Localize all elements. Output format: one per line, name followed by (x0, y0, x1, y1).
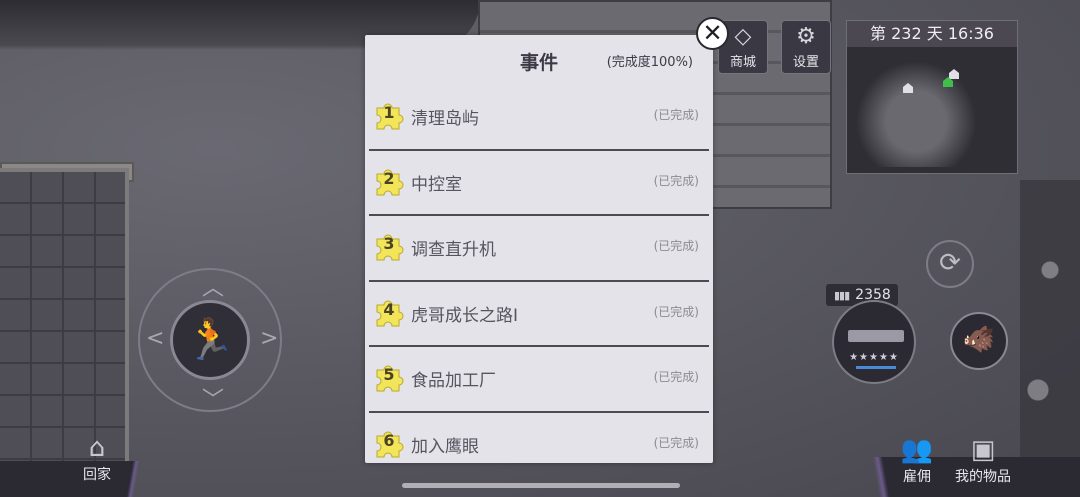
puzzle-piece-icon: 5 (373, 361, 405, 393)
refresh-icon[interactable]: ⟳ (926, 240, 974, 288)
movement-joystick[interactable]: ︿ ﹀ < > 🏃 (138, 268, 282, 413)
event-name: 加入鹰眼 (411, 436, 479, 457)
event-name: 调查直升机 (411, 240, 496, 260)
puzzle-piece-icon: 4 (373, 296, 405, 328)
event-number: 3 (383, 234, 395, 253)
puzzle-piece-icon: 6 (373, 427, 405, 459)
foliage (1020, 180, 1080, 480)
event-name: 清理岛屿 (411, 109, 479, 129)
hire-label: 雇佣 (903, 469, 931, 485)
home-label: 回家 (83, 467, 111, 483)
event-status: (已完成) (653, 173, 699, 188)
tiled-building (0, 168, 129, 476)
my-items-button[interactable]: ▣ 我的物品 (950, 434, 1016, 486)
event-number: 5 (383, 365, 395, 384)
puzzle-piece-icon: 2 (373, 165, 405, 197)
event-status: (已完成) (653, 435, 699, 450)
settings-button[interactable]: ⚙ 设置 (781, 20, 831, 74)
event-number: 6 (383, 430, 395, 450)
minimap[interactable]: 第 232 天 16:36 (846, 20, 1018, 174)
event-number: 1 (383, 103, 395, 122)
event-row[interactable]: 6 加入鹰眼 (已完成) (369, 413, 709, 477)
gear-icon: ⚙ (796, 24, 816, 49)
puzzle-piece-icon: 1 (373, 99, 405, 131)
day-time-readout: 第 232 天 16:36 (847, 21, 1017, 47)
weapon-stars: ★★★★★ (849, 352, 899, 363)
event-row[interactable]: 2 中控室 (已完成) (369, 151, 709, 216)
beast-icon[interactable]: 🐗 (950, 312, 1008, 370)
event-status: (已完成) (653, 370, 699, 384)
event-name: 虎哥成长之路I (411, 305, 519, 326)
chevron-right-icon: > (260, 326, 279, 351)
event-row[interactable]: 1 清理岛屿 (已完成) (369, 85, 709, 151)
shop-label: 商城 (729, 55, 756, 70)
event-row[interactable]: 4 虎哥成长之路I (已完成) (369, 282, 709, 347)
event-number: 4 (383, 299, 395, 319)
chevron-down-icon: ﹀ (202, 388, 225, 413)
house-icon: ⌂ (88, 433, 106, 463)
event-status: (已完成) (653, 108, 699, 122)
weapon-durability-bar (856, 366, 896, 369)
rifle-icon (848, 330, 904, 342)
minimap-marker (903, 83, 913, 93)
group-icon: 👥 (900, 435, 934, 465)
weapon-button[interactable]: ★★★★★ (832, 300, 916, 384)
chevron-left-icon: < (146, 326, 165, 351)
event-status: (已完成) (653, 304, 699, 319)
minimap-body (853, 53, 1011, 167)
settings-label: 设置 (792, 55, 819, 70)
event-row[interactable]: 5 食品加工厂 (已完成) (369, 347, 709, 413)
event-status: (已完成) (653, 239, 699, 253)
items-label: 我的物品 (955, 469, 1011, 485)
home-indicator[interactable] (402, 483, 680, 488)
home-button[interactable]: ⌂ 回家 (70, 432, 124, 484)
bullets-icon: ▮▮▮ (834, 289, 850, 302)
event-name: 食品加工厂 (411, 371, 496, 391)
minimap-marker (949, 69, 959, 79)
completion-progress: (完成度100%) (606, 55, 693, 70)
chest-icon: ▣ (970, 435, 996, 465)
dialog-header: 事件 (完成度100%) (365, 35, 713, 85)
running-man-icon[interactable]: 🏃 (170, 300, 250, 380)
chevron-up-icon: ︿ (202, 276, 225, 301)
event-list: 1 清理岛屿 (已完成) 2 中控室 (已完成) 3 调查直升机 (已完成) 4 虎哥成长之路I (已… (365, 85, 713, 476)
event-name: 中控室 (411, 174, 462, 195)
event-row[interactable]: 3 调查直升机 (已完成) (369, 216, 709, 282)
puzzle-piece-icon: 3 (373, 230, 405, 262)
events-dialog: 事件 (完成度100%) 1 清理岛屿 (已完成) 2 中控室 (已完成) 3 调查直升机 (已… (365, 35, 713, 463)
event-number: 2 (383, 168, 395, 188)
hire-button[interactable]: 👥 雇佣 (890, 434, 944, 486)
close-icon[interactable]: ✕ (696, 17, 729, 50)
